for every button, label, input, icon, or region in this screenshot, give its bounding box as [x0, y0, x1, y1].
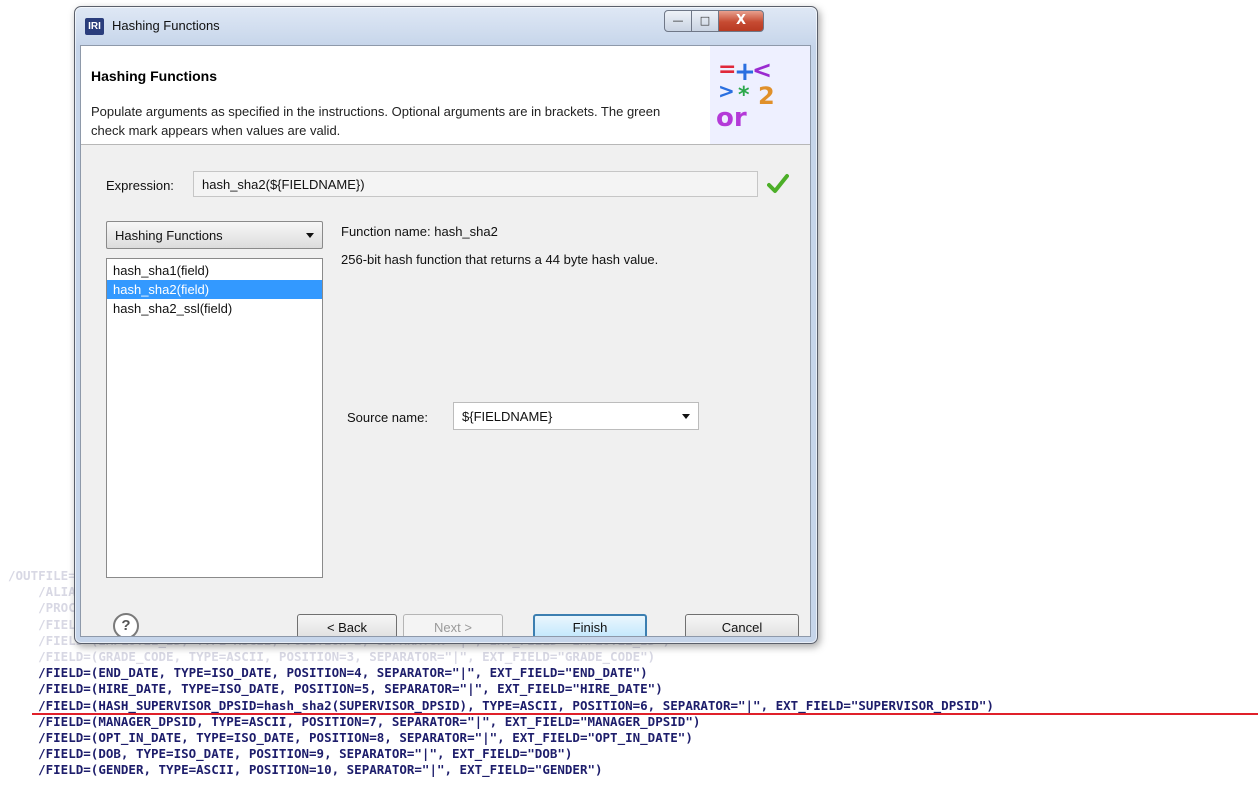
page-title: Hashing Functions	[91, 68, 217, 84]
next-button[interactable]: Next >	[403, 614, 503, 636]
code-line: /FIELD=(MANAGER_DPSID, TYPE=ASCII, POSIT…	[8, 714, 1258, 730]
expression-field[interactable]: hash_sha2(${FIELDNAME})	[193, 171, 758, 197]
function-list-item[interactable]: hash_sha2(field)	[107, 280, 322, 299]
function-description: 256-bit hash function that returns a 44 …	[341, 252, 659, 267]
function-name-value: hash_sha2	[434, 224, 498, 239]
function-name-label: Function name:	[341, 224, 431, 239]
code-line: /FIELD=(DOB, TYPE=ISO_DATE, POSITION=9, …	[8, 746, 1258, 762]
maximize-button[interactable]: □	[691, 10, 719, 32]
app-logo-icon: IRI	[85, 18, 104, 35]
function-category-dropdown[interactable]: Hashing Functions	[106, 221, 323, 249]
close-button[interactable]: X	[718, 10, 764, 32]
code-line: /FIELD=(END_DATE, TYPE=ISO_DATE, POSITIO…	[8, 665, 1258, 681]
title-bar[interactable]: IRI Hashing Functions — □ X	[75, 7, 817, 45]
chevron-down-icon	[306, 233, 314, 238]
code-line: /FIELD=(GRADE_CODE, TYPE=ASCII, POSITION…	[8, 649, 1258, 665]
finish-button[interactable]: Finish	[533, 614, 647, 636]
code-text: /FIELD=(HASH_SUPERVISOR_DPSID=hash_sha2(…	[38, 697, 994, 713]
function-list-item[interactable]: hash_sha2_ssl(field)	[107, 299, 322, 318]
svg-text:or: or	[716, 103, 747, 133]
function-list-item[interactable]: hash_sha1(field)	[107, 261, 322, 280]
window-title: Hashing Functions	[112, 18, 220, 33]
back-button[interactable]: < Back	[297, 614, 397, 636]
svg-text:>: >	[718, 79, 735, 103]
source-name-value: ${FIELDNAME}	[462, 409, 553, 424]
hashing-functions-dialog: IRI Hashing Functions — □ X Hashing Func…	[74, 6, 818, 644]
page-description: Populate arguments as specified in the i…	[91, 104, 661, 138]
code-text: /FIELD=(MANAGER_DPSID, TYPE=ASCII, POSIT…	[38, 713, 701, 729]
code-line: /FIELD=(OPT_IN_DATE, TYPE=ISO_DATE, POSI…	[8, 730, 1258, 746]
code-line: /FIELD=(GENDER, TYPE=ASCII, POSITION=10,…	[8, 762, 1258, 778]
source-name-label: Source name:	[347, 410, 428, 425]
check-icon	[767, 173, 789, 199]
code-text: /FIELD=(OPT_IN_DATE, TYPE=ISO_DATE, POSI…	[38, 729, 693, 745]
code-text: /FIELD=(HIRE_DATE, TYPE=ISO_DATE, POSITI…	[38, 681, 663, 697]
highlighted-code-line: /FIELD=(HASH_SUPERVISOR_DPSID=hash_sha2(…	[8, 697, 1258, 715]
dialog-content: Hashing Functions Populate arguments as …	[80, 45, 811, 637]
wizard-header: Hashing Functions Populate arguments as …	[81, 46, 810, 145]
code-line: /FIELD=(HIRE_DATE, TYPE=ISO_DATE, POSITI…	[8, 681, 1258, 697]
help-button[interactable]: ?	[113, 613, 139, 636]
function-name-row: Function name: hash_sha2	[341, 224, 498, 239]
symbols-logo-icon: = + < > * 2 or	[710, 46, 810, 144]
expression-label: Expression:	[106, 178, 174, 193]
function-category-value: Hashing Functions	[115, 228, 223, 243]
svg-text:<: <	[752, 56, 772, 84]
function-list[interactable]: hash_sha1(field) hash_sha2(field) hash_sha…	[106, 258, 323, 578]
code-text: /FIELD=(END_DATE, TYPE=ISO_DATE, POSITIO…	[38, 665, 648, 681]
chevron-down-icon	[682, 414, 690, 419]
cancel-button[interactable]: Cancel	[685, 614, 799, 636]
code-text: /FIELD=(GRADE_CODE, TYPE=ASCII, POSITION…	[38, 648, 656, 664]
minimize-button[interactable]: —	[664, 10, 692, 32]
code-text: /FIELD=(GENDER, TYPE=ASCII, POSITION=10,…	[38, 762, 603, 778]
svg-text:2: 2	[758, 82, 775, 110]
code-text: /FIELD=(DOB, TYPE=ISO_DATE, POSITION=9, …	[38, 746, 573, 762]
source-name-dropdown[interactable]: ${FIELDNAME}	[453, 402, 699, 430]
